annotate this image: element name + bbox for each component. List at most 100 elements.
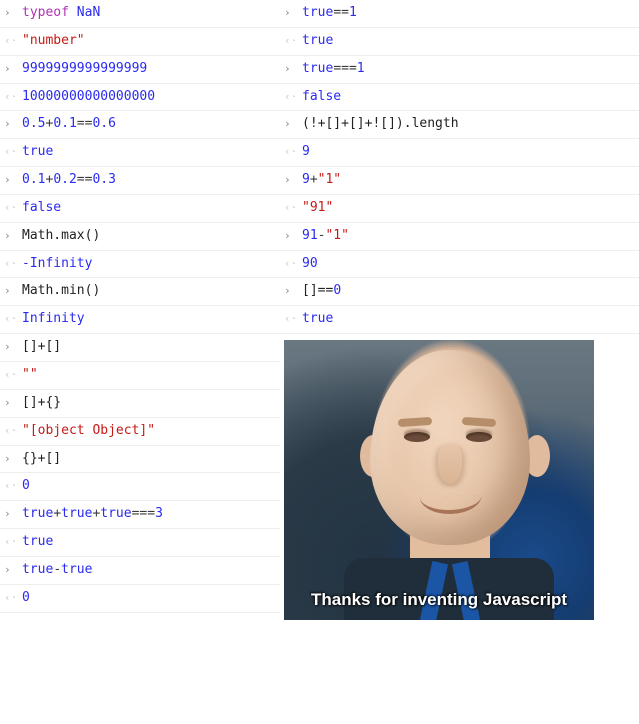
console-output-value: -Infinity: [18, 255, 274, 274]
console-right-rows: ›true==1‹·true›true===1‹·false›(!+[]+[]+…: [280, 0, 639, 334]
output-prompt-icon: ‹·: [284, 88, 298, 105]
console-input-row: ›0.5+0.1==0.6: [0, 111, 280, 139]
input-prompt-icon: ›: [4, 4, 18, 21]
output-prompt-icon: ‹·: [4, 143, 18, 160]
output-prompt-icon: ‹·: [4, 88, 18, 105]
input-prompt-icon: ›: [4, 60, 18, 77]
console-output-row: ‹·"": [0, 362, 280, 390]
output-prompt-icon: ‹·: [284, 255, 298, 272]
console-input-code: Math.min(): [18, 282, 274, 301]
console-output-value: "[object Object]": [18, 422, 274, 441]
console-input-code: Math.max(): [18, 227, 274, 246]
console-input-code: {}+[]: [18, 450, 274, 469]
output-prompt-icon: ‹·: [284, 32, 298, 49]
console-input-code: true-true: [18, 561, 274, 580]
console-input-code: 0.5+0.1==0.6: [18, 115, 274, 134]
console-output-value: "": [18, 366, 274, 385]
console-input-code: typeof NaN: [18, 4, 274, 23]
output-prompt-icon: ‹·: [4, 310, 18, 327]
output-prompt-icon: ‹·: [4, 199, 18, 216]
console-input-row: ›0.1+0.2==0.3: [0, 167, 280, 195]
console-output-value: 9: [298, 143, 633, 162]
console-output-value: 0: [18, 477, 274, 496]
console-input-code: []+[]: [18, 338, 274, 357]
console-input-code: 9+"1": [298, 171, 633, 190]
console-output-row: ‹·"91": [280, 195, 639, 223]
console-input-row: ›[]+{}: [0, 390, 280, 418]
output-prompt-icon: ‹·: [4, 477, 18, 494]
console-output-value: false: [298, 88, 633, 107]
input-prompt-icon: ›: [4, 171, 18, 188]
console-input-row: ›{}+[]: [0, 446, 280, 474]
console-input-code: []==0: [298, 282, 633, 301]
output-prompt-icon: ‹·: [4, 533, 18, 550]
console-output-value: 90: [298, 255, 633, 274]
console-output-row: ‹·"[object Object]": [0, 418, 280, 446]
output-prompt-icon: ‹·: [4, 255, 18, 272]
output-prompt-icon: ‹·: [4, 422, 18, 439]
console-output-value: 10000000000000000: [18, 88, 274, 107]
console-input-code: 91-"1": [298, 227, 633, 246]
output-prompt-icon: ‹·: [284, 199, 298, 216]
output-prompt-icon: ‹·: [284, 310, 298, 327]
console-output-value: true: [18, 533, 274, 552]
console-output-value: Infinity: [18, 310, 274, 329]
console-input-row: ›(!+[]+[]+![]).length: [280, 111, 639, 139]
console-input-code: 9999999999999999: [18, 60, 274, 79]
input-prompt-icon: ›: [284, 115, 298, 132]
console-output-row: ‹·true: [0, 529, 280, 557]
input-prompt-icon: ›: [284, 60, 298, 77]
meme-caption: Thanks for inventing Javascript: [284, 590, 594, 610]
console-output-value: true: [298, 310, 633, 329]
meme-image: Thanks for inventing Javascript: [284, 340, 594, 620]
input-prompt-icon: ›: [4, 115, 18, 132]
console-left-column: ›typeof NaN‹·"number"›9999999999999999‹·…: [0, 0, 280, 620]
console-output-value: true: [18, 143, 274, 162]
console-input-row: ›9999999999999999: [0, 56, 280, 84]
console-input-row: ›true==1: [280, 0, 639, 28]
console-output-value: true: [298, 32, 633, 51]
input-prompt-icon: ›: [4, 282, 18, 299]
console-output-row: ‹·9: [280, 139, 639, 167]
console-output-row: ‹·true: [280, 28, 639, 56]
console-input-code: (!+[]+[]+![]).length: [298, 115, 633, 134]
console-input-row: ›true===1: [280, 56, 639, 84]
console-container: ›typeof NaN‹·"number"›9999999999999999‹·…: [0, 0, 639, 620]
console-output-row: ‹·true: [280, 306, 639, 334]
input-prompt-icon: ›: [284, 4, 298, 21]
input-prompt-icon: ›: [4, 505, 18, 522]
console-input-row: ›91-"1": [280, 223, 639, 251]
input-prompt-icon: ›: [4, 338, 18, 355]
console-input-code: 0.1+0.2==0.3: [18, 171, 274, 190]
input-prompt-icon: ›: [284, 282, 298, 299]
console-output-row: ‹·0: [0, 473, 280, 501]
console-output-value: false: [18, 199, 274, 218]
console-output-value: "number": [18, 32, 274, 51]
input-prompt-icon: ›: [4, 561, 18, 578]
console-input-row: ›[]+[]: [0, 334, 280, 362]
console-output-row: ‹·true: [0, 139, 280, 167]
console-output-row: ‹·90: [280, 251, 639, 279]
input-prompt-icon: ›: [284, 171, 298, 188]
console-output-row: ‹·false: [280, 84, 639, 112]
console-output-row: ‹·false: [0, 195, 280, 223]
console-input-row: ›9+"1": [280, 167, 639, 195]
output-prompt-icon: ‹·: [4, 589, 18, 606]
console-input-row: ›typeof NaN: [0, 0, 280, 28]
input-prompt-icon: ›: [4, 450, 18, 467]
console-input-code: true===1: [298, 60, 633, 79]
console-input-row: ›Math.max(): [0, 223, 280, 251]
console-input-row: ›[]==0: [280, 278, 639, 306]
console-right-column: ›true==1‹·true›true===1‹·false›(!+[]+[]+…: [280, 0, 639, 620]
console-input-code: []+{}: [18, 394, 274, 413]
console-input-row: ›true-true: [0, 557, 280, 585]
output-prompt-icon: ‹·: [284, 143, 298, 160]
console-output-value: "91": [298, 199, 633, 218]
console-output-row: ‹·"number": [0, 28, 280, 56]
console-input-code: true==1: [298, 4, 633, 23]
output-prompt-icon: ‹·: [4, 32, 18, 49]
input-prompt-icon: ›: [4, 227, 18, 244]
input-prompt-icon: ›: [284, 227, 298, 244]
output-prompt-icon: ‹·: [4, 366, 18, 383]
console-output-row: ‹·0: [0, 585, 280, 613]
